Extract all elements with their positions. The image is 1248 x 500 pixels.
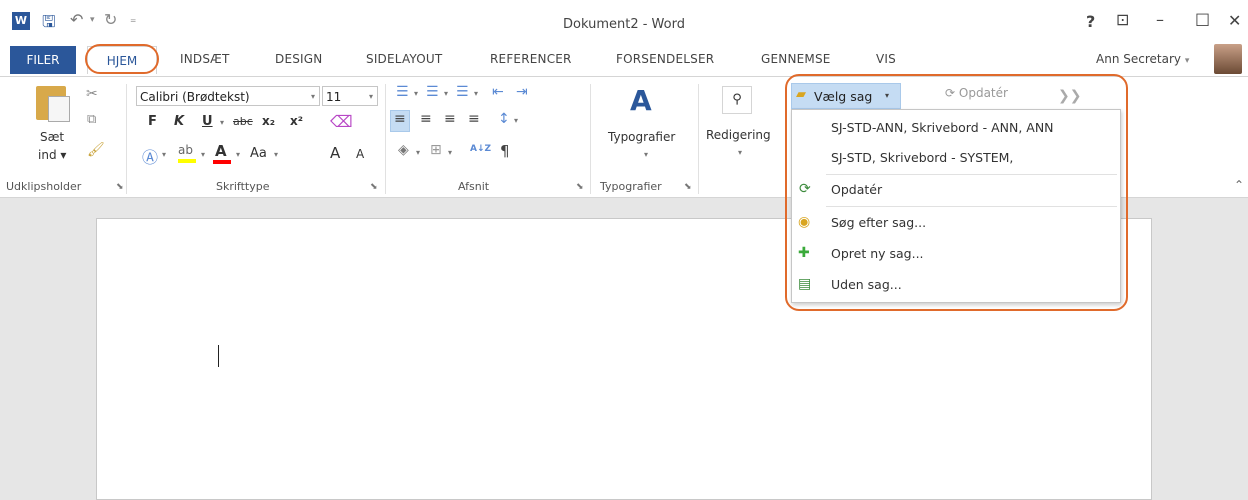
justify-icon[interactable]: ≡ [468,111,480,127]
text-cursor [218,345,219,367]
styles-icon[interactable]: A [630,84,652,117]
borders-icon[interactable]: ⊞ [430,142,442,158]
user-menu-arrow-icon: ▾ [1184,56,1190,66]
highlight-dropdown-icon[interactable]: ▾ [201,150,205,159]
cut-icon[interactable]: ✂ [86,86,98,102]
align-left-icon: ≡ [394,111,406,127]
superscript-button[interactable]: x² [290,114,303,128]
avatar[interactable] [1214,44,1242,74]
highlight-color-icon[interactable]: ab [176,143,198,165]
underline-dropdown-icon[interactable]: ▾ [220,118,224,127]
font-color-icon[interactable]: A [212,142,232,165]
show-formatting-button[interactable]: ¶ [500,142,510,160]
group-label-paragraph: Afsnit [458,180,490,193]
editing-label[interactable]: Redigering [706,128,771,142]
font-color-glyph: A [215,142,227,160]
font-color-dropdown-icon[interactable]: ▾ [236,150,240,159]
highlight-pen-glyph: ab [178,143,193,157]
shading-icon[interactable]: ◈ [398,142,409,158]
tab-design[interactable]: DESIGN [275,52,322,66]
tab-filer[interactable]: FILER [10,46,76,74]
font-size-combo[interactable]: 11 ▾ [322,86,378,106]
align-center-icon[interactable]: ≡ [420,111,432,127]
tab-vis[interactable]: VIS [876,52,896,66]
paste-dropdown-label[interactable]: ind ▾ [38,148,66,162]
group-separator [126,84,127,194]
shading-dropdown-icon[interactable]: ▾ [416,148,420,157]
bold-button[interactable]: F [148,114,157,129]
paragraph-launcher-icon[interactable]: ⬊ [576,182,584,192]
subscript-button[interactable]: x₂ [262,114,275,128]
editing-dropdown-icon[interactable]: ▾ [738,148,742,157]
styles-launcher-icon[interactable]: ⬊ [684,182,692,192]
decrease-indent-icon[interactable]: ⇤ [492,84,504,100]
tab-indsaet[interactable]: INDSÆT [180,52,230,66]
group-separator [590,84,591,194]
collapse-ribbon-icon[interactable]: ⌃ [1234,178,1244,192]
highlight-circle-dropdown [785,74,1128,311]
window-title: Dokument2 - Word [563,17,685,32]
font-size-value: 11 [326,90,342,104]
italic-button[interactable]: K [174,114,184,129]
line-spacing-dropdown-icon[interactable]: ▾ [514,116,518,125]
copy-icon[interactable]: ⧉ [87,112,96,127]
tab-sidelayout[interactable]: SIDELAYOUT [366,52,442,66]
borders-dropdown-icon[interactable]: ▾ [448,148,452,157]
shrink-font-button[interactable]: A [356,147,364,161]
user-name[interactable]: Ann Secretary ▾ [1096,52,1189,66]
styles-dropdown-icon[interactable]: ▾ [644,150,648,159]
font-name-value: Calibri (Brødtekst) [140,90,250,104]
font-launcher-icon[interactable]: ⬊ [370,182,378,192]
help-icon[interactable]: ? [1086,12,1095,31]
maximize-icon[interactable]: □ [1195,9,1210,28]
tab-forsendelser[interactable]: FORSENDELSER [616,52,714,66]
group-label-font: Skrifttype [216,180,270,193]
paste-page-icon [48,96,70,122]
ribbon-display-options-icon[interactable]: ⊡ [1116,10,1129,29]
multilevel-dropdown-icon[interactable]: ▾ [474,89,478,98]
group-separator [698,84,699,194]
font-name-dropdown-icon[interactable]: ▾ [311,87,315,107]
group-label-clipboard: Udklipsholder [6,180,82,193]
minimize-icon[interactable]: – [1156,10,1164,29]
clear-formatting-icon[interactable]: ⌫ [330,112,353,131]
sort-button[interactable]: A↓Z [470,144,491,154]
align-right-icon[interactable]: ≡ [444,111,456,127]
multilevel-list-icon[interactable]: ☰ [456,84,469,100]
strikethrough-button[interactable]: abc [233,115,253,128]
bullets-icon[interactable]: ☰ [396,84,409,100]
clipboard-launcher-icon[interactable]: ⬊ [116,182,124,192]
underline-button[interactable]: U [202,114,213,129]
styles-label[interactable]: Typografier [608,130,675,144]
close-icon[interactable]: ✕ [1228,11,1241,30]
numbering-icon[interactable]: ☰ [426,84,439,100]
grow-font-button[interactable]: A [330,144,340,162]
increase-indent-icon[interactable]: ⇥ [516,84,528,100]
font-name-combo[interactable]: Calibri (Brødtekst) ▾ [136,86,320,106]
highlight-circle-hjem [85,44,159,74]
line-spacing-icon[interactable]: ↕ [498,111,510,127]
paste-label[interactable]: Sæt [40,130,64,144]
user-name-label: Ann Secretary [1096,52,1181,66]
change-case-dropdown-icon[interactable]: ▾ [274,150,278,159]
format-painter-icon[interactable]: 🖌 [87,142,105,158]
bullets-dropdown-icon[interactable]: ▾ [414,89,418,98]
tab-referencer[interactable]: REFERENCER [490,52,572,66]
group-separator [385,84,386,194]
text-effects-icon[interactable]: Ⓐ [142,144,158,168]
group-label-styles: Typografier [600,180,662,193]
highlight-color-bar [178,159,196,163]
text-effects-dropdown-icon[interactable]: ▾ [162,150,166,159]
find-binoculars-icon[interactable]: ⚲ [722,86,752,114]
numbering-dropdown-icon[interactable]: ▾ [444,89,448,98]
font-color-bar [213,160,231,164]
font-size-dropdown-icon[interactable]: ▾ [369,87,373,107]
change-case-button[interactable]: Aa [250,146,267,161]
tab-gennemse[interactable]: GENNEMSE [761,52,831,66]
